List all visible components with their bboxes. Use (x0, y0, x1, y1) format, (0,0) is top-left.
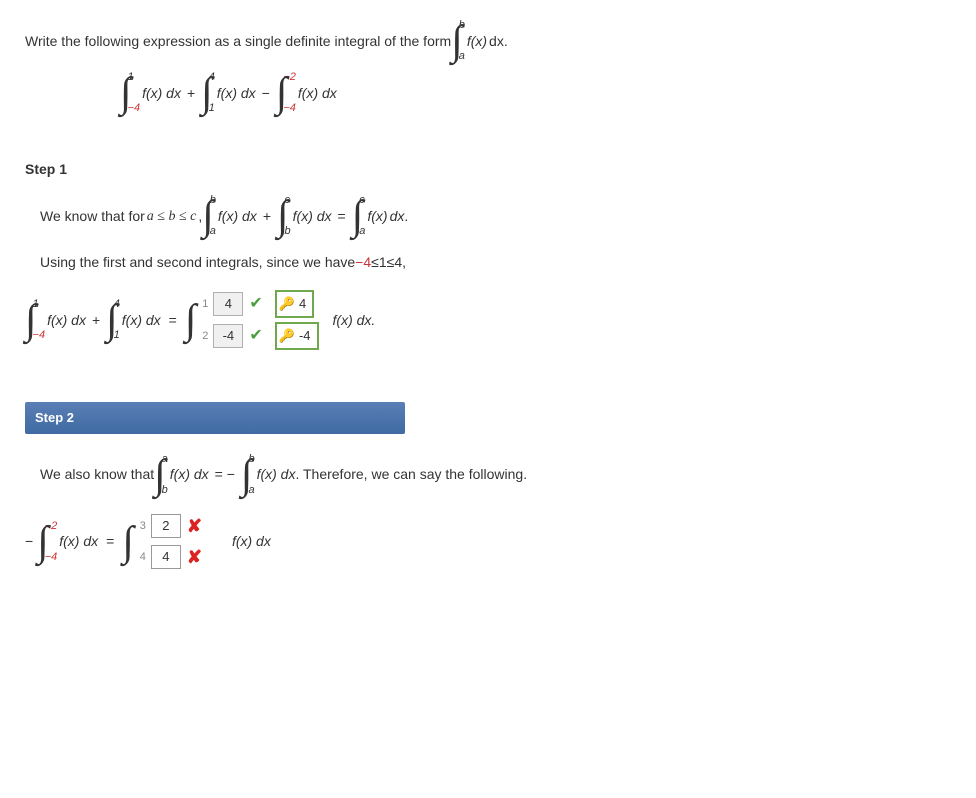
key-icon: 🔑 (279, 326, 295, 346)
step2-upper-input[interactable]: 2 (151, 514, 181, 538)
cross-icon: ✘ (187, 544, 202, 571)
key-icon: 🔑 (279, 294, 295, 314)
step2-header: Step 2 (25, 402, 405, 434)
problem-prompt: Write the following expression as a sing… (25, 20, 951, 62)
step2-lower-input[interactable]: 4 (151, 545, 181, 569)
step1-lower-key: 🔑 -4 (275, 322, 319, 350)
step1-rule: We know that for a ≤ b ≤ c , ∫ b a f(x) … (40, 195, 951, 237)
step1-answer-stack: 1 4 ✔ 🔑 4 2 -4 ✔ 🔑 -4 (194, 288, 318, 352)
check-icon: ✔ (249, 324, 262, 348)
step2-work: − ∫ −2 −4 f(x) dx = ∫ 3 2 ✘ 4 4 ✘ f(x) d… (25, 511, 951, 573)
check-icon: ✔ (249, 292, 262, 316)
step1-lower-answer[interactable]: -4 (213, 324, 243, 348)
prompt-dx: dx. (489, 31, 508, 52)
step1-condition: Using the first and second integrals, si… (40, 252, 951, 273)
given-expression: ∫ 1 −4 f(x) dx + ∫ 4 1 f(x) dx − ∫ −2 −4… (120, 72, 951, 114)
cross-icon: ✘ (187, 513, 202, 540)
step2-rule: We also know that ∫ a b f(x) dx = − ∫ b … (40, 454, 951, 496)
step2-answer-stack: 3 2 ✘ 4 4 ✘ (132, 511, 202, 573)
step1-upper-answer[interactable]: 4 (213, 292, 243, 316)
integral-form: ∫ b a f(x) (451, 20, 487, 62)
step1-upper-key: 🔑 4 (275, 290, 314, 318)
step1-work: ∫ 1 −4 f(x) dx + ∫ 4 1 f(x) dx = ∫ 1 4 ✔… (25, 288, 951, 352)
prompt-text: Write the following expression as a sing… (25, 31, 451, 52)
step1-label: Step 1 (25, 159, 951, 180)
